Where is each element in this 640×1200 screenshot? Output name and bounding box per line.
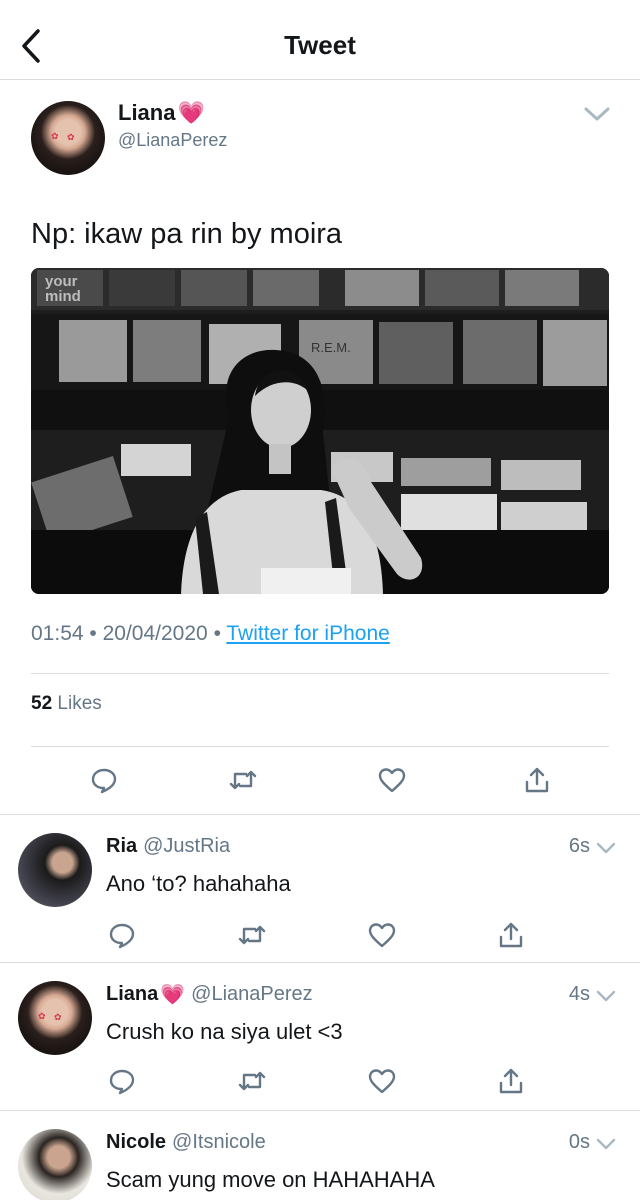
reply-icon xyxy=(109,923,135,949)
retweet-button[interactable] xyxy=(232,915,272,955)
share-icon xyxy=(499,922,523,948)
sticker-icon: ✿ xyxy=(54,1012,62,1022)
share-button[interactable] xyxy=(491,1061,531,1101)
retweet-icon xyxy=(238,925,266,945)
tweet-time: 01:54 xyxy=(31,622,84,645)
reply-options-button[interactable] xyxy=(596,1137,616,1151)
reply-icon xyxy=(91,768,117,794)
chevron-down-icon xyxy=(596,1138,616,1150)
share-button[interactable] xyxy=(517,760,557,800)
svg-text:mind: mind xyxy=(45,288,81,305)
reply-author-name[interactable]: Nicole xyxy=(106,1131,166,1154)
heart-icon xyxy=(378,768,406,793)
sticker-icon: ✿ xyxy=(51,131,59,141)
tweet-meta: 01:54 • 20/04/2020 • Twitter for iPhone xyxy=(31,622,390,646)
reply-options-button[interactable] xyxy=(596,841,616,855)
author-handle[interactable]: @LianaPerez xyxy=(118,130,227,151)
reply-time: 4s xyxy=(568,983,590,1005)
reply-options-button[interactable] xyxy=(596,989,616,1003)
reply-header: Ria @JustRia xyxy=(106,835,230,858)
retweet-icon xyxy=(238,1071,266,1091)
retweet-button[interactable] xyxy=(223,760,263,800)
reply-author-handle[interactable]: @Itsnicole xyxy=(172,1131,266,1154)
avatar[interactable] xyxy=(18,833,92,907)
retweet-icon xyxy=(229,770,257,790)
reply-author-name[interactable]: Ria xyxy=(106,835,137,858)
reply-author-handle[interactable]: @JustRia xyxy=(143,835,230,858)
tweet-date: 20/04/2020 xyxy=(102,622,208,645)
reply-time: 6s xyxy=(568,835,590,857)
share-icon xyxy=(499,1068,523,1094)
avatar[interactable]: ✿ ✿ xyxy=(31,101,105,175)
tweet-options-button[interactable] xyxy=(583,104,611,124)
likes-label: Likes xyxy=(57,693,102,714)
reply-actions xyxy=(0,1061,640,1101)
reply-icon xyxy=(109,1069,135,1095)
chevron-down-icon xyxy=(584,107,610,121)
reply-text: Ano ‘to? hahahaha xyxy=(106,871,291,896)
divider xyxy=(31,746,609,747)
author-name-text: Liana xyxy=(118,100,176,125)
retweet-button[interactable] xyxy=(232,1061,272,1101)
meta-separator: • xyxy=(89,622,97,645)
heart-emoji-icon: 💗 xyxy=(177,100,205,125)
sticker-icon: ✿ xyxy=(67,132,75,142)
reply-author-name-text: Ria xyxy=(106,835,138,857)
photo-icon: your mind R.E.M. xyxy=(31,268,609,594)
author-name[interactable]: Liana 💗 xyxy=(118,100,205,126)
heart-emoji-icon: 💗 xyxy=(160,983,186,1006)
share-button[interactable] xyxy=(491,915,531,955)
reply-button[interactable] xyxy=(102,915,142,955)
page-title: Tweet xyxy=(284,30,356,60)
reply-author-handle[interactable]: @LianaPerez xyxy=(191,983,312,1006)
like-button[interactable] xyxy=(372,760,412,800)
main-tweet: ✿ ✿ Liana 💗 @LianaPerez Np: ikaw pa rin … xyxy=(0,80,640,815)
reply-author-name-text: Liana xyxy=(106,983,159,1005)
meta-separator: • xyxy=(213,622,221,645)
reply-time: 0s xyxy=(568,1131,590,1153)
tweet-photo[interactable]: your mind R.E.M. xyxy=(31,268,609,594)
chevron-down-icon xyxy=(596,842,616,854)
reply-item[interactable]: Nicole @Itsnicole 0s Scam yung move on H… xyxy=(0,1111,640,1200)
source-link[interactable]: Twitter for iPhone xyxy=(226,622,389,645)
tweet-text: Np: ikaw pa rin by moira xyxy=(31,218,343,250)
tweet-actions xyxy=(0,760,640,800)
reply-actions xyxy=(0,915,640,955)
reply-item[interactable]: Ria @JustRia 6s Ano ‘to? hahahaha xyxy=(0,815,640,963)
likes-count[interactable]: 52 Likes xyxy=(31,693,102,715)
share-icon xyxy=(525,767,549,793)
reply-button[interactable] xyxy=(84,760,124,800)
avatar[interactable] xyxy=(18,1129,92,1200)
heart-icon xyxy=(368,923,396,948)
reply-header: Nicole @Itsnicole xyxy=(106,1131,266,1154)
reply-text: Crush ko na siya ulet <3 xyxy=(106,1019,343,1044)
svg-text:R.E.M.: R.E.M. xyxy=(311,340,351,355)
reply-text: Scam yung move on HAHAHAHA xyxy=(106,1167,435,1192)
like-button[interactable] xyxy=(362,915,402,955)
heart-icon xyxy=(368,1069,396,1094)
reply-header: Liana 💗 @LianaPerez xyxy=(106,983,313,1006)
reply-button[interactable] xyxy=(102,1061,142,1101)
divider xyxy=(31,673,609,674)
reply-author-name[interactable]: Liana 💗 xyxy=(106,983,185,1006)
top-bar: Tweet xyxy=(0,0,640,80)
sticker-icon: ✿ xyxy=(38,1011,46,1021)
reply-item[interactable]: ✿ ✿ Liana 💗 @LianaPerez 4s Crush ko na s… xyxy=(0,963,640,1111)
reply-author-name-text: Nicole xyxy=(106,1131,167,1153)
likes-number: 52 xyxy=(31,693,53,714)
chevron-down-icon xyxy=(596,990,616,1002)
like-button[interactable] xyxy=(362,1061,402,1101)
avatar[interactable]: ✿ ✿ xyxy=(18,981,92,1055)
